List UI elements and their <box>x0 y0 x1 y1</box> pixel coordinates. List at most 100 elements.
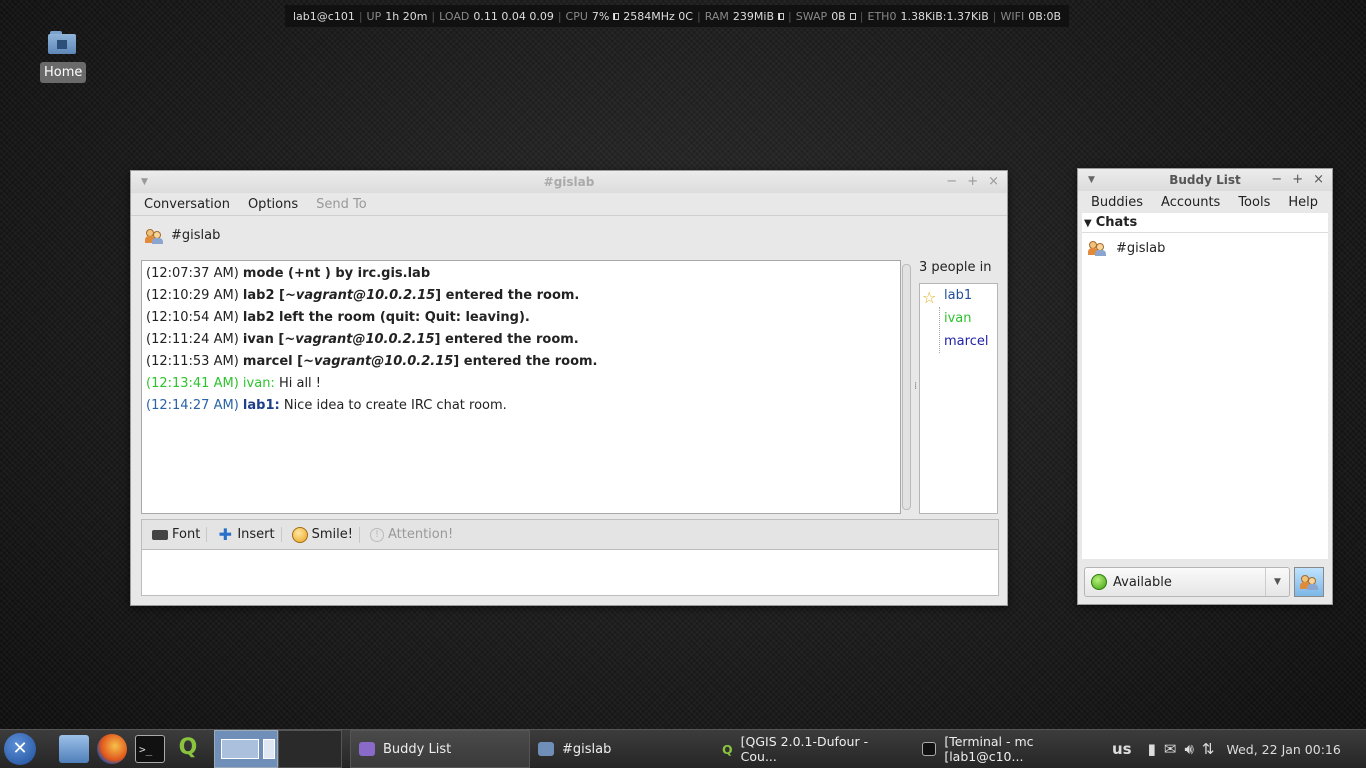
window-menu-icon[interactable]: ▼ <box>1088 175 1095 185</box>
log-scrollbar[interactable] <box>902 264 911 510</box>
chat-titlebar[interactable]: ▼ #gislab − + × <box>131 171 1007 193</box>
log-timestamp: (12:14:27 AM) <box>146 398 239 413</box>
group-label: Chats <box>1095 215 1138 230</box>
uptime-value: 1h 20m <box>385 9 428 23</box>
qgis-icon: Q <box>178 735 198 760</box>
buddy-icon-button[interactable] <box>1294 567 1324 597</box>
swap-value: 0B <box>831 9 846 23</box>
log-timestamp: (12:10:54 AM) <box>146 310 239 325</box>
task-gislab[interactable]: #gislab <box>530 730 714 768</box>
close-icon[interactable]: × <box>1313 172 1324 187</box>
applications-menu-button[interactable]: ✕ <box>2 731 38 767</box>
ram-usage-bar <box>778 12 785 20</box>
task-label: [Terminal - mc [lab1@c10... <box>944 734 1034 764</box>
person-nick: ivan <box>944 311 972 326</box>
people-list-item[interactable]: ☆ lab1 <box>920 284 997 307</box>
close-icon[interactable]: × <box>988 174 999 189</box>
chat-room-name: #gislab <box>171 228 221 243</box>
separator: | <box>431 9 436 23</box>
expander-icon[interactable]: ▼ <box>1084 218 1092 229</box>
keyboard-layout-indicator[interactable]: us <box>1112 740 1132 758</box>
log-text: ] entered the room. <box>453 354 598 369</box>
log-line: (12:07:37 AM) mode (+nt ) by irc.gis.lab <box>146 263 896 285</box>
menu-buddies[interactable]: Buddies <box>1082 195 1152 210</box>
pane-splitter[interactable]: ⁞ <box>914 381 917 392</box>
volume-icon[interactable]: 🔊︎ <box>1184 740 1193 758</box>
menu-conversation[interactable]: Conversation <box>135 197 239 212</box>
log-line: (12:10:29 AM) lab2 [~vagrant@10.0.2.15] … <box>146 285 896 307</box>
chat-window-title: #gislab <box>543 175 595 189</box>
separator: | <box>696 9 701 23</box>
log-system-message: mode (+nt ) by irc.gis.lab <box>242 266 431 281</box>
separator: | <box>788 9 792 23</box>
log-text: lab2 [ <box>242 288 285 303</box>
maximize-icon[interactable]: + <box>1292 172 1303 187</box>
font-button[interactable]: Font <box>146 527 208 542</box>
clock[interactable]: Wed, 22 Jan 00:16 <box>1226 742 1340 757</box>
network-icon[interactable]: ⇅ <box>1202 740 1215 758</box>
terminal-icon: >_ <box>135 735 165 763</box>
minimize-icon[interactable]: − <box>1271 172 1282 187</box>
log-system-message: lab2 left the room (quit: Quit: leaving)… <box>242 310 530 325</box>
uptime-label: UP <box>366 9 382 23</box>
qgis-launcher[interactable]: Q <box>170 731 206 767</box>
log-timestamp: (12:11:24 AM) <box>146 332 239 347</box>
firefox-icon <box>97 734 127 764</box>
mail-icon[interactable]: ✉ <box>1164 740 1177 758</box>
chat-entry-label: #gislab <box>1116 240 1166 256</box>
people-list-item[interactable]: ivan <box>920 307 997 330</box>
chevron-down-icon[interactable]: ▼ <box>1265 568 1289 596</box>
group-header-chats[interactable]: ▼ Chats <box>1082 213 1328 233</box>
people-list: ☆ lab1 ivan marcel <box>919 283 998 514</box>
message-input[interactable] <box>141 549 999 596</box>
log-line: (12:11:24 AM) ivan [~vagrant@10.0.2.15] … <box>146 329 896 351</box>
buddy-list-window: ▼ Buddy List − + × Buddies Accounts Tool… <box>1077 168 1333 605</box>
buddy-titlebar[interactable]: ▼ Buddy List − + × <box>1078 169 1332 191</box>
menu-options[interactable]: Options <box>239 197 307 212</box>
chat-entry-gislab[interactable]: #gislab <box>1082 233 1328 263</box>
log-nick: lab1: <box>242 398 280 413</box>
conversation-log[interactable]: (12:07:37 AM) mode (+nt ) by irc.gis.lab… <box>141 260 901 514</box>
separator: | <box>992 9 997 23</box>
insert-button[interactable]: ✚ Insert <box>211 526 282 542</box>
maximize-icon[interactable]: + <box>967 174 978 189</box>
cpu-value: 7% <box>591 9 610 23</box>
minimize-icon[interactable]: − <box>946 174 957 189</box>
smile-button[interactable]: Smile! <box>286 526 360 543</box>
desktop-home-icon[interactable]: Home <box>40 30 87 83</box>
folder-icon <box>59 735 89 763</box>
swap-usage-bar <box>849 12 856 20</box>
menu-accounts[interactable]: Accounts <box>1152 195 1229 210</box>
cpu-usage-bar <box>613 12 620 20</box>
chat-room-header: #gislab <box>131 215 1007 255</box>
insert-button-label: Insert <box>237 527 275 542</box>
ram-usage-fill <box>779 13 780 19</box>
qgis-icon: Q <box>722 741 733 757</box>
chat-window-icon <box>538 742 554 756</box>
workspace-2[interactable] <box>278 730 342 768</box>
log-nick: ivan: <box>242 376 275 391</box>
battery-icon[interactable]: ▮ <box>1148 740 1156 758</box>
chat-menubar: Conversation Options Send To <box>131 193 1007 215</box>
people-list-item[interactable]: marcel <box>920 330 997 353</box>
buddy-avatar-icon <box>1300 574 1318 590</box>
log-text: ] entered the room. <box>435 288 580 303</box>
workspace-1[interactable] <box>214 730 278 768</box>
menu-help[interactable]: Help <box>1279 195 1327 210</box>
attention-button: ! Attention! <box>364 527 459 542</box>
file-manager-launcher[interactable] <box>56 731 92 767</box>
firefox-launcher[interactable] <box>94 731 130 767</box>
buddy-tree: ▼ Chats #gislab <box>1082 213 1328 559</box>
terminal-launcher[interactable]: >_ <box>132 731 168 767</box>
log-timestamp: (12:13:41 AM) <box>146 376 239 391</box>
buddy-menubar: Buddies Accounts Tools Help <box>1078 191 1332 213</box>
person-nick: lab1 <box>944 288 973 303</box>
status-selector[interactable]: Available ▼ <box>1084 567 1290 597</box>
window-menu-icon[interactable]: ▼ <box>141 177 148 187</box>
menu-tools[interactable]: Tools <box>1229 195 1279 210</box>
task-qgis[interactable]: Q [QGIS 2.0.1-Dufour - Cou... <box>714 730 914 768</box>
font-button-label: Font <box>172 527 201 542</box>
task-buddy-list[interactable]: Buddy List <box>350 730 530 768</box>
cpu-label: CPU <box>565 9 588 23</box>
task-terminal[interactable]: [Terminal - mc [lab1@c10... <box>914 730 1104 768</box>
